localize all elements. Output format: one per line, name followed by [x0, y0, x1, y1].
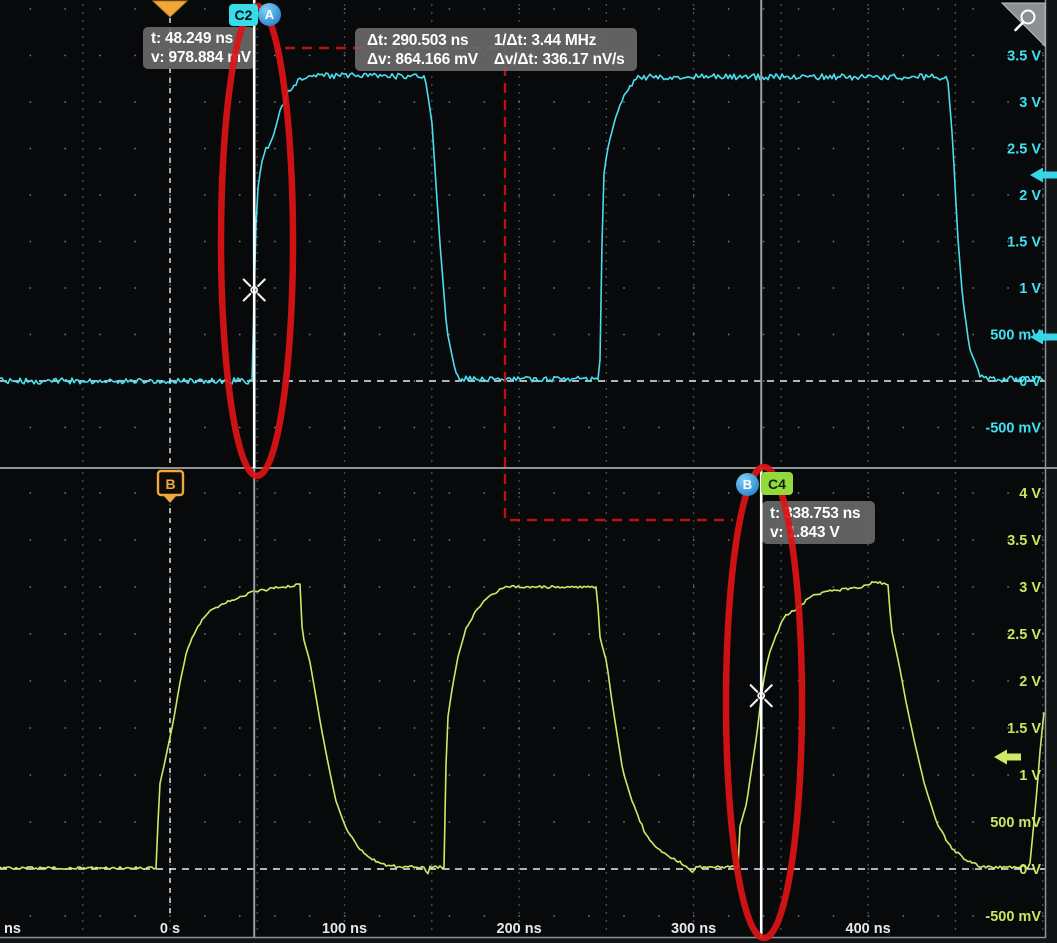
- channel2-level-arrow[interactable]: [1030, 330, 1057, 345]
- trigger-b-label: B: [165, 476, 175, 492]
- oscilloscope-screen: 3.5 V3 V2.5 V2 V1.5 V1 V500 mV0 V-500 mV…: [0, 0, 1057, 943]
- annotation-oval-cursor1: [221, 6, 293, 476]
- channel2-level-arrow[interactable]: [1030, 168, 1057, 183]
- annotation-oval-cursor2: [726, 467, 802, 938]
- cursor2-channel-badge[interactable]: C4: [761, 472, 793, 495]
- cursor-b-badge[interactable]: B: [736, 473, 759, 496]
- trigger-marker-b[interactable]: B: [158, 471, 183, 503]
- cursor-and-annotation-overlay: B: [0, 0, 1057, 943]
- cursor-a-badge[interactable]: A: [258, 3, 281, 26]
- trigger-marker-top[interactable]: [153, 1, 187, 17]
- channel4-level-arrow[interactable]: [994, 750, 1021, 765]
- zoom-tool-badge[interactable]: [1002, 3, 1045, 46]
- cursor1-channel-badge[interactable]: C2: [229, 4, 258, 26]
